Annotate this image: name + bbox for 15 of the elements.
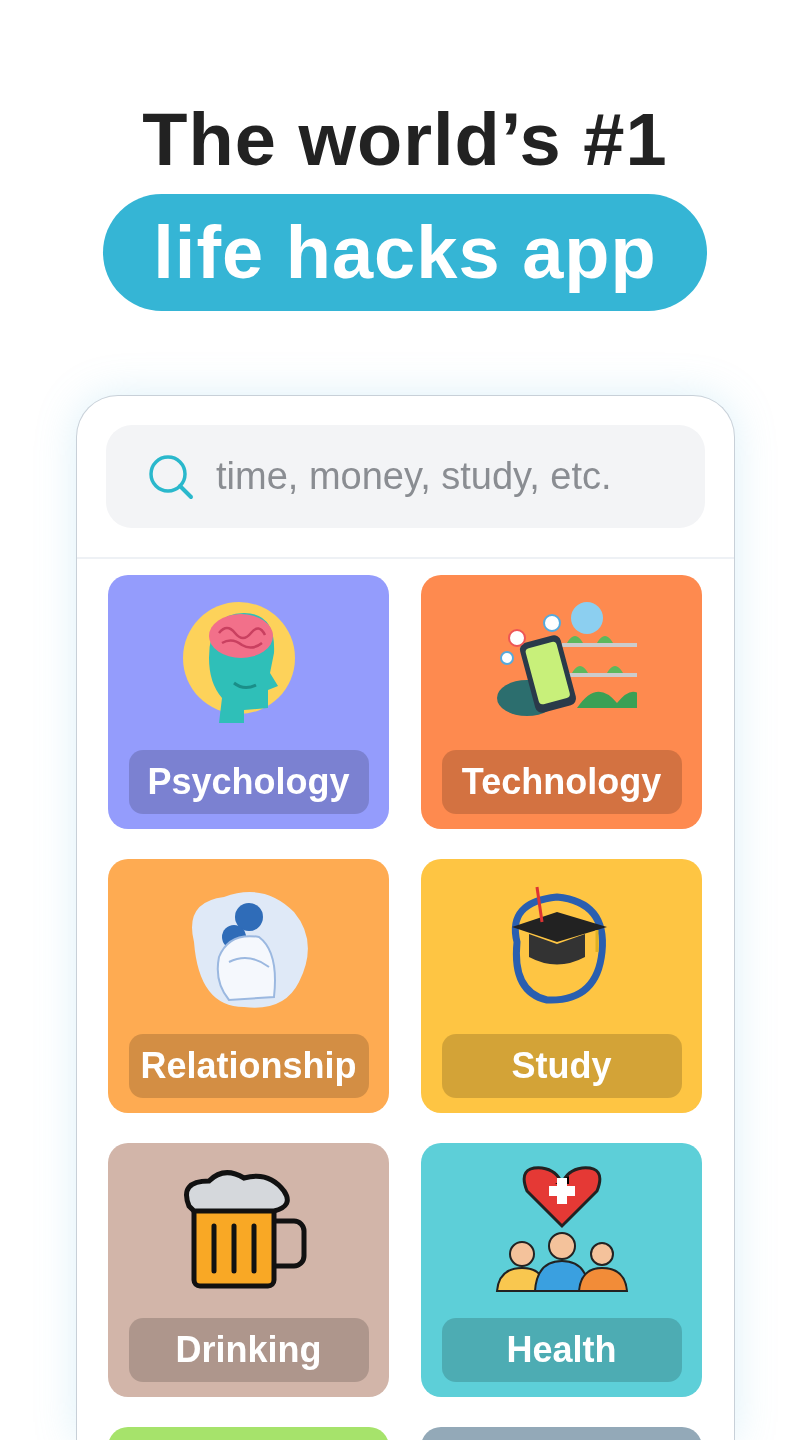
search-field[interactable]: time, money, study, etc. — [106, 425, 705, 528]
headline-highlight: life hacks app — [103, 194, 707, 311]
category-card[interactable]: Relationship — [108, 859, 389, 1113]
headline: The world’s #1 — [142, 97, 668, 183]
category-label: Technology — [441, 750, 682, 814]
category-label: Relationship — [128, 1034, 369, 1098]
category-card[interactable]: Study — [421, 859, 702, 1113]
category-label: Study — [441, 1034, 682, 1098]
category-label: Psychology — [128, 750, 369, 814]
category-label: Drinking — [128, 1318, 369, 1382]
category-label: Health — [441, 1318, 682, 1382]
category-card[interactable]: Drinking — [108, 1143, 389, 1397]
category-card[interactable]: Technology — [421, 575, 702, 829]
category-card[interactable]: Health — [421, 1143, 702, 1397]
category-card[interactable]: Psychology — [108, 575, 389, 829]
